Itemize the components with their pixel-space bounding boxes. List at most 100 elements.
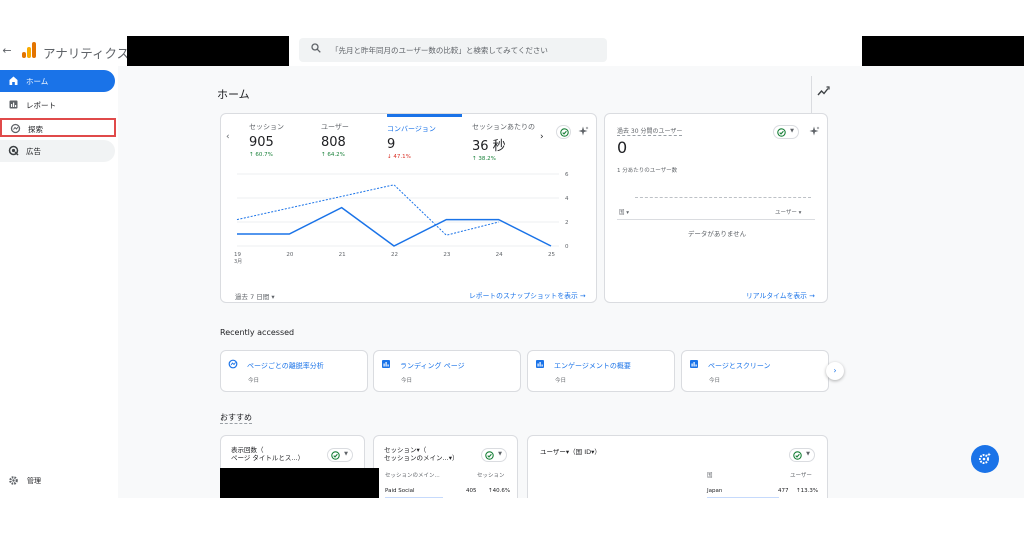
redacted-block <box>220 468 379 498</box>
series-line <box>237 206 552 247</box>
metric-label: コンバージョン <box>387 125 436 133</box>
metric-value: 9 <box>387 137 396 152</box>
chevron-down-icon: ▼ <box>790 128 794 134</box>
recent-item-date: 今日 <box>248 378 260 384</box>
row-label: Paid Social <box>385 488 415 494</box>
chevron-down-icon: ▼ <box>344 451 348 457</box>
realtime-baseline <box>635 197 811 198</box>
column-header: セッションのメイン... <box>385 473 440 479</box>
analytics-logo-icon <box>22 42 36 58</box>
status-chip[interactable]: ▼ <box>481 448 507 462</box>
sparkle-icon[interactable] <box>578 126 589 137</box>
recent-item-name: ランディング ページ <box>400 362 465 370</box>
check-circle-icon <box>331 451 340 460</box>
realtime-col-country[interactable]: 国 ▾ <box>619 208 629 216</box>
row-value: 477 <box>778 488 789 494</box>
metric-conversions[interactable]: コンバージョン 9 ↓ 47.1% <box>387 124 467 164</box>
status-chip[interactable]: ▼ <box>773 125 799 139</box>
row-label: Japan <box>707 488 723 494</box>
overview-card: ‹ セッション 905 ↑ 60.7% ユーザー 808 ↑ 64.2% コンバ… <box>220 113 597 303</box>
recent-item-date: 今日 <box>709 378 721 384</box>
redacted-block <box>862 36 1024 66</box>
check-circle-icon <box>777 128 786 137</box>
chevron-right-icon[interactable]: › <box>540 132 544 142</box>
card-heading: 表示回数（ ページ タイトルとス...） <box>231 446 305 462</box>
column-header: ユーザー <box>790 473 812 479</box>
recent-item[interactable]: エンゲージメントの概要 今日 <box>527 350 675 392</box>
card-heading: セッション▾（ セッションのメイン...▾） <box>384 446 459 462</box>
realtime-value: 0 <box>617 138 628 157</box>
divider <box>617 219 815 220</box>
realtime-col-users[interactable]: ユーザー ▾ <box>775 208 801 216</box>
chevron-down-icon: ▼ <box>806 451 810 457</box>
view-realtime-link[interactable]: リアルタイムを表示 → <box>746 290 815 300</box>
sidebar-item-label: 探索 <box>28 125 43 134</box>
recently-accessed-title: Recently accessed <box>220 328 295 337</box>
metric-change: ↑ 60.7% <box>249 152 273 158</box>
row-value: 405 <box>466 488 477 494</box>
row-change: ↑13.3% <box>796 488 819 494</box>
realtime-subtitle: 1 分あたりのユーザー数 <box>617 168 678 174</box>
row-bar <box>385 497 443 498</box>
metric-session-duration[interactable]: セッションあたりの 36 秒 ↑ 38.2% <box>472 122 538 162</box>
row-change: ↑40.6% <box>488 488 511 494</box>
back-arrow-icon[interactable]: ← <box>2 44 12 57</box>
report-icon <box>382 360 390 368</box>
metric-change: ↑ 38.2% <box>472 156 496 162</box>
assistant-button[interactable] <box>971 445 999 473</box>
y-tick-label: 6 <box>565 172 569 178</box>
sessions-line-chart: 0246192021222324253月過去 7 日間前の期間 <box>234 172 569 265</box>
recent-item[interactable]: ページとスクリーン 今日 <box>681 350 829 392</box>
x-tick-label: 24 <box>496 252 503 258</box>
recent-item-date: 今日 <box>555 378 567 384</box>
metric-sessions[interactable]: セッション 905 ↑ 60.7% <box>249 122 329 162</box>
recommended-card[interactable]: ユーザー▾（国 ID▾） ▼ 国 ユーザー Japan 477 ↑13.3% <box>527 435 828 498</box>
right-panel <box>810 66 1024 498</box>
page-title: ホーム <box>217 88 250 101</box>
date-range-selector[interactable]: 過去 7 日間 ▾ <box>235 291 275 301</box>
redacted-block <box>127 36 289 66</box>
search-icon <box>311 43 321 53</box>
check-circle-icon <box>485 451 494 460</box>
x-sublabel: 3月 <box>234 259 242 265</box>
home-icon <box>9 76 18 85</box>
search-placeholder: 「先月と昨年同月のユーザー数の比較」と検索してみてください <box>331 46 548 55</box>
check-circle-icon <box>560 128 569 137</box>
x-tick-label: 20 <box>286 252 293 258</box>
status-chip[interactable]: ▼ <box>789 448 815 462</box>
sidebar-item-explore[interactable]: 探索 <box>0 118 116 137</box>
search-input[interactable]: 「先月と昨年同月のユーザー数の比較」と検索してみてください <box>299 38 607 62</box>
y-tick-label: 4 <box>565 196 569 202</box>
recent-item[interactable]: ランディング ページ 今日 <box>373 350 521 392</box>
recent-item-name: ページごとの離脱率分析 <box>247 362 324 370</box>
sidebar-item-ads[interactable]: 広告 <box>0 140 115 162</box>
view-snapshot-link[interactable]: レポートのスナップショットを表示 → <box>469 290 586 300</box>
column-header: 国 <box>707 473 713 479</box>
realtime-card: 過去 30 分間のユーザー 0 1 分あたりのユーザー数 ▼ 国 ▾ ユーザー … <box>604 113 828 303</box>
status-chip[interactable] <box>556 125 571 139</box>
sparkle-icon[interactable] <box>809 126 820 137</box>
chevron-left-icon[interactable]: ‹ <box>226 132 230 142</box>
sparkle-gear-icon <box>979 452 991 464</box>
chevron-down-icon: ▼ <box>498 451 502 457</box>
status-chip[interactable]: ▼ <box>327 448 353 462</box>
recommended-card[interactable]: セッション▾（ セッションのメイン...▾） ▼ セッションのメイン... セッ… <box>373 435 518 498</box>
sidebar-item-label: 広告 <box>26 147 41 156</box>
row-bar <box>707 497 779 498</box>
sidebar-item-admin[interactable]: 管理 <box>0 471 80 491</box>
column-header: セッション <box>477 473 505 479</box>
metric-value: 905 <box>249 135 274 150</box>
insights-trend-icon[interactable] <box>817 86 830 97</box>
explore-icon <box>10 123 21 134</box>
metric-value: 36 秒 <box>472 139 506 154</box>
sidebar-item-reports[interactable]: レポート <box>0 94 115 116</box>
reports-icon <box>9 100 18 109</box>
report-icon <box>690 360 698 368</box>
active-tab-indicator <box>387 114 462 117</box>
y-tick-label: 2 <box>565 220 569 226</box>
chevron-right-icon[interactable]: › <box>826 362 844 380</box>
recent-item[interactable]: ページごとの離脱率分析 今日 <box>220 350 368 392</box>
recent-item-date: 今日 <box>401 378 413 384</box>
gear-icon <box>9 476 18 485</box>
sidebar-item-home[interactable]: ホーム <box>0 70 115 92</box>
